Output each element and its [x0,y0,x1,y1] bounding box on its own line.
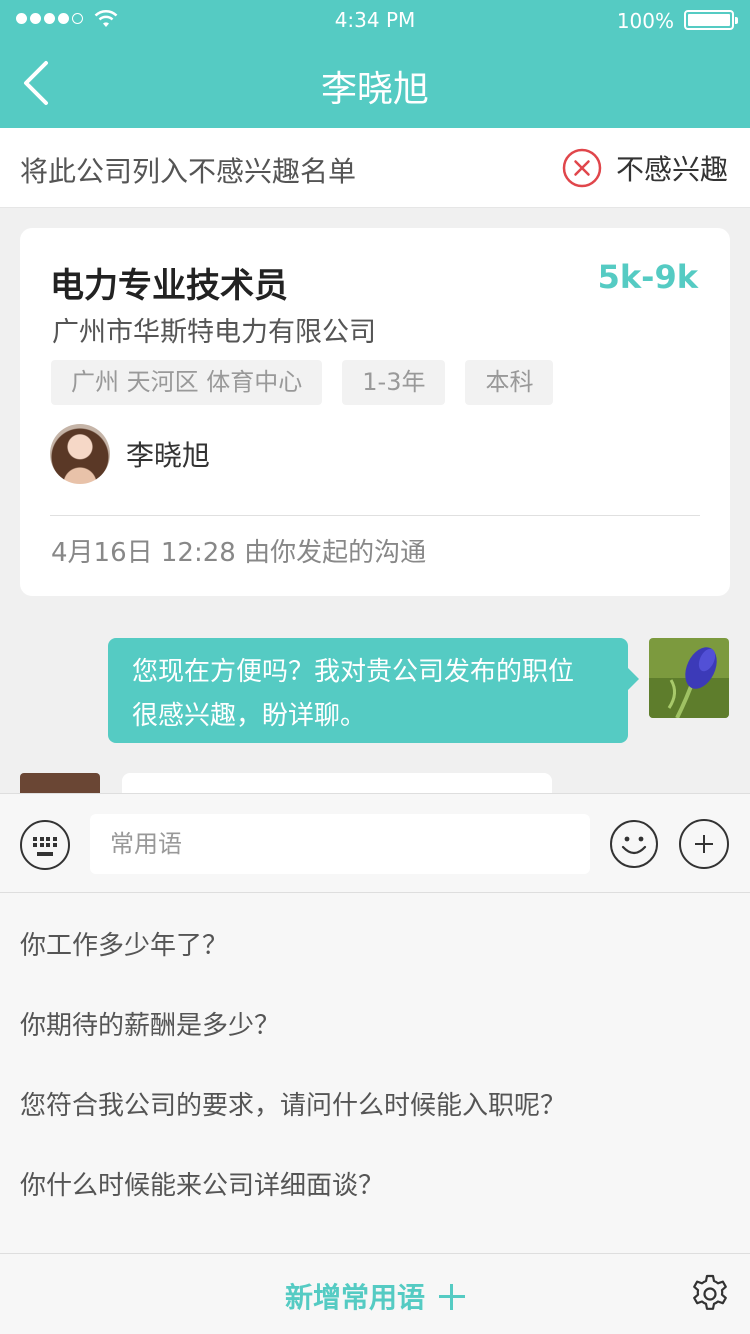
status-bar: 4:34 PM 100% [0,0,750,40]
more-button[interactable] [679,819,729,869]
job-card[interactable]: 电力专业技术员 5k-9k 广州市华斯特电力有限公司 广州 天河区 体育中心 1… [20,228,730,596]
received-message-bubble[interactable] [122,773,552,793]
divider [50,515,700,516]
sent-message-bubble[interactable]: 您现在方便吗？我对贵公司发布的职位 很感兴趣，盼详聊。 [108,638,639,743]
emoji-button[interactable] [609,819,659,869]
phrase-item[interactable]: 你期待的薪酬是多少？ [20,1005,280,1042]
chat-area[interactable]: 电力专业技术员 5k-9k 广州市华斯特电力有限公司 广州 天河区 体育中心 1… [0,208,750,793]
my-avatar[interactable] [649,638,729,718]
add-phrase-label: 新增常用语 [284,1281,425,1314]
phrase-item[interactable]: 你工作多少年了？ [20,925,228,962]
keyboard-button[interactable] [20,820,70,870]
battery-icon [684,10,738,30]
job-tags: 广州 天河区 体育中心 1-3年 本科 [51,360,554,405]
plus-icon [439,1284,465,1310]
battery-percentage: 100% [616,9,674,33]
message-line: 很感兴趣，盼详聊。 [132,701,367,731]
phrase-item[interactable]: 你什么时候能来公司详细面谈？ [20,1165,384,1202]
message-line: 您现在方便吗？我对贵公司发布的职位 [132,657,575,687]
add-phrase-button[interactable]: 新增常用语 [0,1276,750,1316]
phrases-toolbar: 新增常用语 [0,1253,750,1334]
close-circle-icon [562,148,602,188]
recruiter-name: 李晓旭 [126,439,211,472]
tag-location: 广州 天河区 体育中心 [51,360,323,405]
keyboard-icon [33,837,57,853]
chat-start-info: 4月16日 12:28 由你发起的沟通 [51,538,427,568]
salary: 5k-9k [597,258,698,296]
page-title: 李晓旭 [320,69,429,110]
input-bar [0,793,750,893]
company-name: 广州市华斯特电力有限公司 [52,317,376,348]
job-title: 电力专业技术员 [50,266,288,306]
common-phrases-panel: 你工作多少年了？ 你期待的薪酬是多少？ 您符合我公司的要求，请问什么时候能入职呢… [0,893,750,1253]
nav-bar: 李晓旭 [0,40,750,128]
tag-experience: 1-3年 [342,360,446,405]
settings-button[interactable] [690,1274,730,1314]
message-input[interactable] [90,814,590,874]
not-interested-label: 不感兴趣 [615,153,728,186]
not-interested-button[interactable]: 不感兴趣 [562,146,728,190]
not-interested-bar: 将此公司列入不感兴趣名单 不感兴趣 [0,128,750,208]
recruiter-avatar[interactable] [20,773,100,793]
phrase-item[interactable]: 您符合我公司的要求，请问什么时候能入职呢？ [20,1085,566,1122]
tag-education: 本科 [465,360,554,405]
recruiter-info[interactable]: 李晓旭 [50,424,210,484]
notice-text: 将此公司列入不感兴趣名单 [20,155,357,188]
avatar[interactable] [50,424,110,484]
